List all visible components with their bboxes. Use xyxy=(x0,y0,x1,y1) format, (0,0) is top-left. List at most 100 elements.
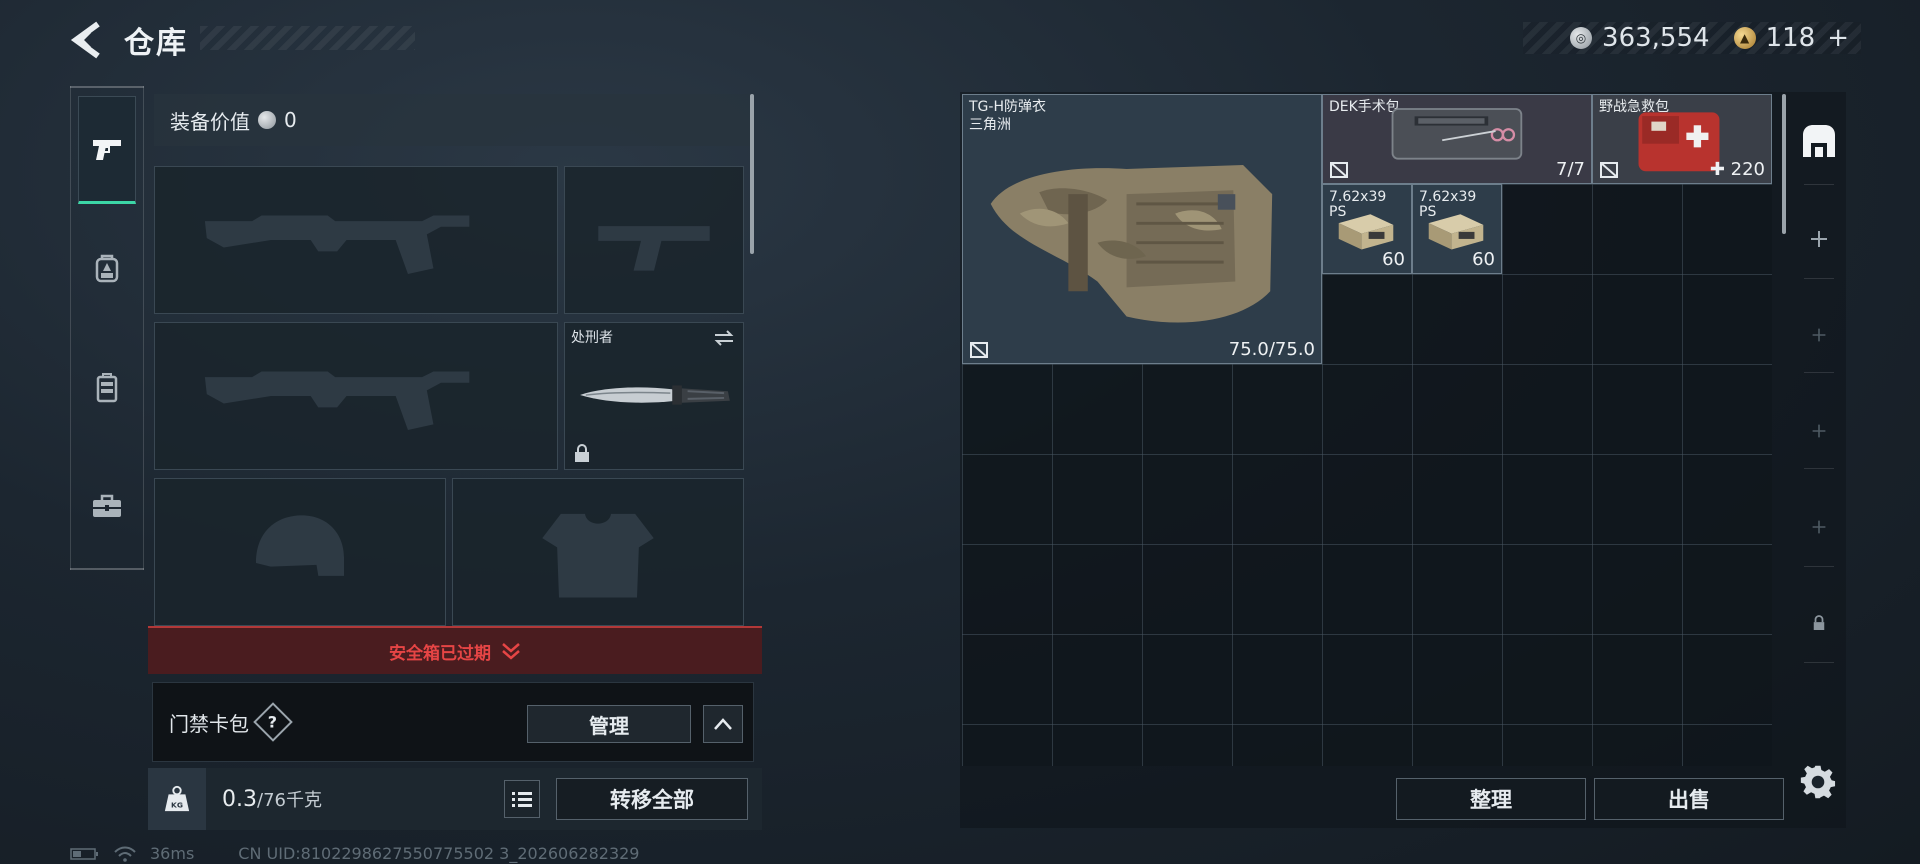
stash-item-first-aid-kit[interactable]: 野战急救包 ✚ 220 xyxy=(1592,94,1772,184)
lock-icon xyxy=(1813,615,1825,630)
surgery-kit-icon xyxy=(1391,108,1523,160)
uid-text: CN UID:8102298627550775502 3_20260628232… xyxy=(238,844,640,863)
plus-icon xyxy=(1812,328,1826,342)
question-mark: ? xyxy=(268,712,278,732)
title-decoration xyxy=(200,26,415,50)
storage-icon xyxy=(1803,125,1835,157)
lock-icon xyxy=(575,444,589,462)
secondary-weapon-slot[interactable] xyxy=(154,322,558,470)
weight-text: 0.3/76千克 xyxy=(222,786,322,812)
equipment-value-label: 装备价值 xyxy=(170,109,250,134)
add-storage-button[interactable] xyxy=(1794,406,1844,456)
rifle-silhouette-icon xyxy=(155,167,557,313)
rail-divider xyxy=(1804,184,1834,185)
safe-box-expired-banner[interactable]: 安全箱已过期 xyxy=(148,626,762,674)
sort-button[interactable]: 整理 xyxy=(1396,778,1586,820)
locked-storage-slot[interactable] xyxy=(1794,598,1844,648)
silver-coin-icon xyxy=(258,111,276,129)
transfer-all-button[interactable]: 转移全部 xyxy=(556,778,748,820)
item-hp-value: 220 xyxy=(1730,159,1765,180)
plus-icon xyxy=(1812,520,1826,534)
not-insured-icon xyxy=(1600,162,1618,178)
not-insured-icon xyxy=(1330,162,1348,178)
list-view-button[interactable] xyxy=(504,780,540,818)
weight-max: /76千克 xyxy=(257,790,322,811)
collapse-button[interactable] xyxy=(703,705,743,743)
plus-icon xyxy=(1811,231,1827,247)
item-uses: 7/7 xyxy=(1556,159,1585,180)
melee-slot[interactable]: 处刑者 xyxy=(564,322,744,470)
ammo-box-icon xyxy=(1338,214,1394,250)
stash-item-ammo[interactable]: 7.62x39 PS 60 xyxy=(1322,184,1412,274)
add-currency-button[interactable]: + xyxy=(1827,23,1849,53)
pistol-slot[interactable] xyxy=(564,166,744,314)
status-line: 36ms CN UID:8102298627550775502 3_202606… xyxy=(70,844,639,863)
add-storage-button[interactable] xyxy=(1794,214,1844,264)
tab-rail-bottom-border xyxy=(70,568,144,570)
kg-text: KG xyxy=(171,800,183,809)
safe-box-expired-text: 安全箱已过期 xyxy=(389,643,491,664)
manage-button[interactable]: 管理 xyxy=(527,705,691,743)
tab-toolbox[interactable] xyxy=(78,452,136,560)
rifle-silhouette-icon xyxy=(155,323,557,469)
sell-button[interactable]: 出售 xyxy=(1594,778,1784,820)
equipment-value: 0 xyxy=(284,108,297,132)
stash-item-armor[interactable]: TG-H防弹衣 三角洲 75.0/75.0 xyxy=(962,94,1322,364)
helmet-silhouette-icon xyxy=(155,479,445,625)
double-chevron-down-icon xyxy=(502,643,520,660)
stash-item-ammo[interactable]: 7.62x39 PS 60 xyxy=(1412,184,1502,274)
plus-icon xyxy=(1812,424,1826,438)
rail-divider xyxy=(1804,468,1834,469)
item-subname: 三角洲 xyxy=(969,117,1011,133)
weight-bar: KG 0.3/76千克 转移全部 xyxy=(148,768,762,830)
battery-icon xyxy=(70,847,98,860)
ammo-box-icon xyxy=(1428,214,1484,250)
help-button[interactable]: ? xyxy=(253,702,293,742)
rail-divider xyxy=(1804,372,1834,373)
storage-tab-main[interactable] xyxy=(1794,116,1844,166)
not-insured-icon xyxy=(970,342,988,358)
item-durability: 75.0/75.0 xyxy=(1228,339,1315,360)
chevron-up-icon xyxy=(714,718,732,730)
currency-bar: ◎ 363,554 ▲ 118 + xyxy=(1523,22,1861,54)
item-count: 60 xyxy=(1382,249,1405,270)
wifi-icon xyxy=(114,846,136,862)
stash-item-surgery-kit[interactable]: DEK手术包 7/7 xyxy=(1322,94,1592,184)
knife-icon xyxy=(565,323,743,469)
silver-coin-icon: ◎ xyxy=(1570,27,1593,49)
card-pack-label: 门禁卡包 xyxy=(169,711,249,736)
list-icon xyxy=(512,792,532,807)
gold-coin-icon: ▲ xyxy=(1733,27,1756,49)
helmet-slot[interactable] xyxy=(154,478,446,626)
page-title: 仓库 xyxy=(124,26,188,61)
weight-current: 0.3 xyxy=(222,787,257,812)
backpack-icon xyxy=(95,254,119,283)
stash-grid[interactable]: TG-H防弹衣 三角洲 75.0/75.0 DEK手术包 7/7 野战急救包 ✚… xyxy=(962,94,1772,766)
primary-weapon-slot[interactable] xyxy=(154,166,558,314)
settings-button[interactable] xyxy=(1796,760,1840,804)
back-arrow-icon xyxy=(70,21,100,59)
back-button[interactable] xyxy=(68,20,106,60)
card-pack-panel: 门禁卡包 ? 管理 xyxy=(152,682,754,762)
rail-divider xyxy=(1804,278,1834,279)
tab-rail-top-border xyxy=(70,86,144,88)
rail-divider xyxy=(1804,662,1834,663)
pistol-icon xyxy=(93,140,121,160)
stash-scrollbar[interactable] xyxy=(1782,94,1786,234)
tab-weapons[interactable] xyxy=(78,96,136,204)
weight-icon: KG xyxy=(148,768,206,830)
pistol-silhouette-icon xyxy=(565,167,743,313)
equipment-value-row: 装备价值 0 xyxy=(154,94,754,146)
item-hp: ✚ 220 xyxy=(1710,159,1765,180)
add-storage-button[interactable] xyxy=(1794,502,1844,552)
loadout-scrollbar[interactable] xyxy=(750,94,754,254)
armor-slot[interactable] xyxy=(452,478,744,626)
armor-silhouette-icon xyxy=(453,479,743,625)
tab-backpack[interactable] xyxy=(78,214,136,322)
ping-value: 36ms xyxy=(150,844,195,863)
add-storage-button[interactable] xyxy=(1794,310,1844,360)
plus-icon: ✚ xyxy=(1709,159,1725,180)
toolbox-icon xyxy=(93,494,121,517)
gold-currency-value: 118 xyxy=(1765,23,1816,53)
tab-chest-rig[interactable] xyxy=(78,334,136,442)
